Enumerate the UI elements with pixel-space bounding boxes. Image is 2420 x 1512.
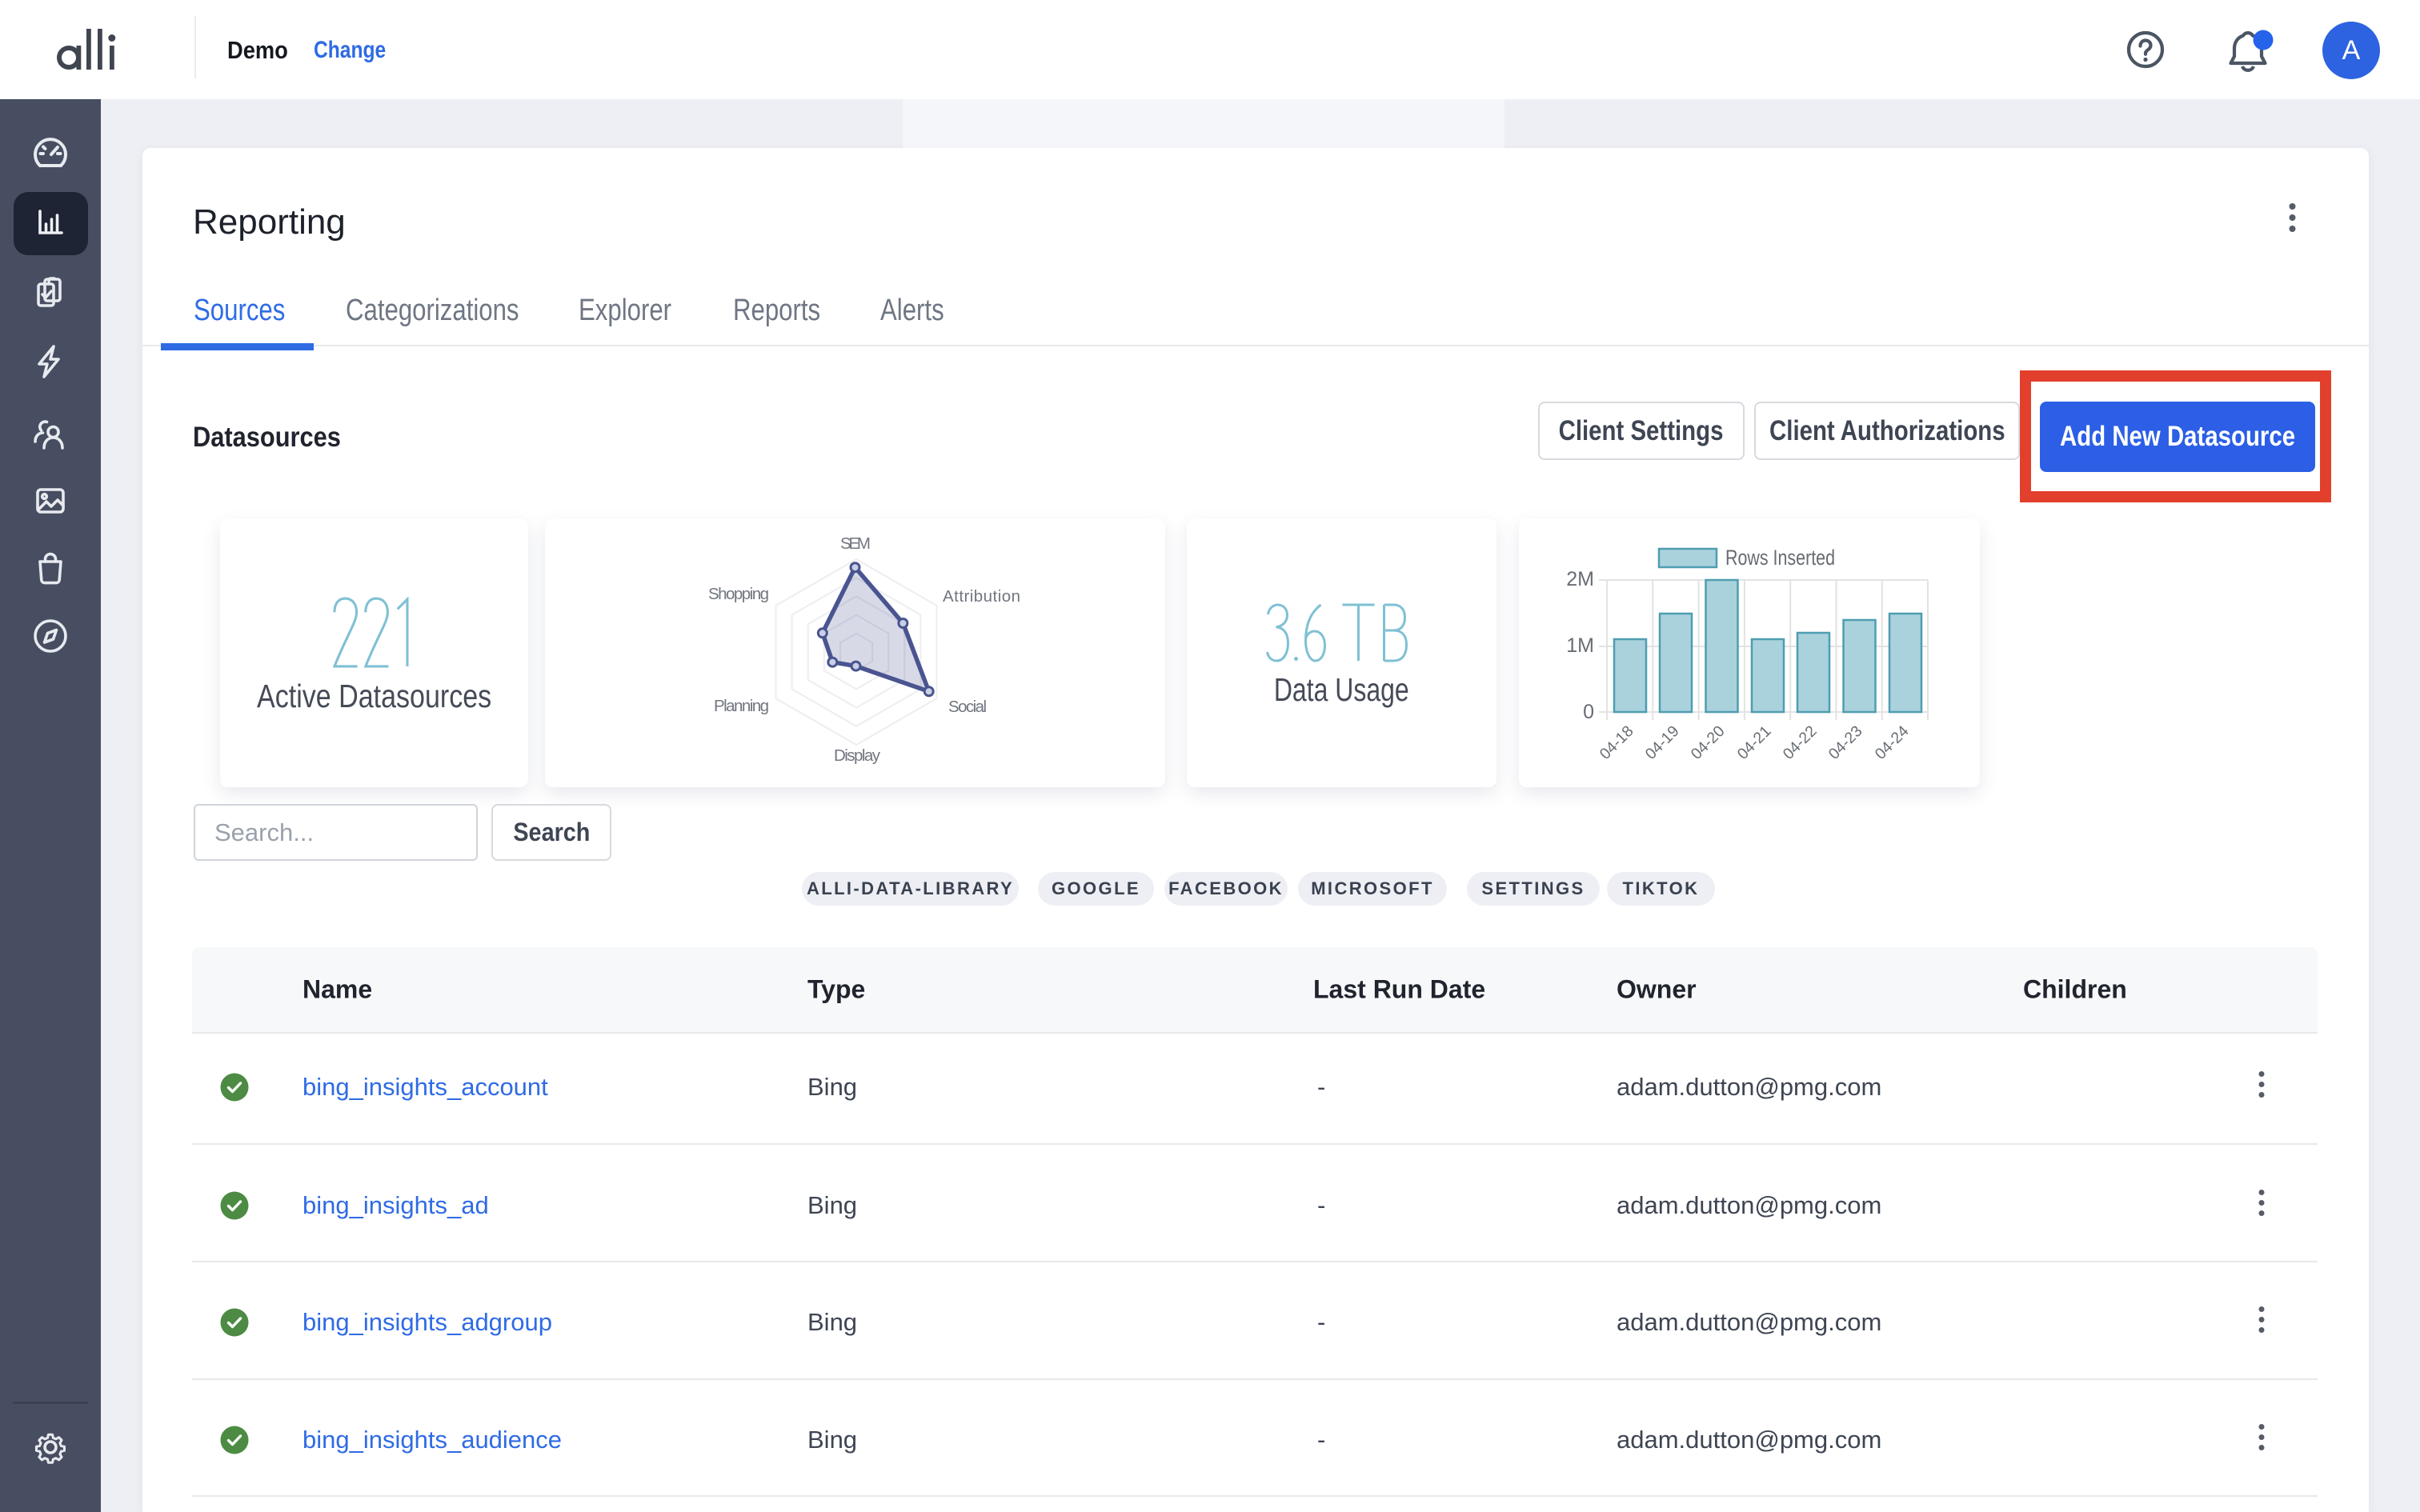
svg-text:SEM: SEM: [840, 534, 871, 553]
svg-text:04-24: 04-24: [1872, 722, 1913, 763]
svg-text:Shopping: Shopping: [708, 585, 769, 603]
svg-text:04-18: 04-18: [1597, 722, 1637, 763]
svg-text:04-21: 04-21: [1734, 722, 1775, 763]
svg-text:Display: Display: [834, 746, 881, 765]
svg-text:Attribution: Attribution: [943, 587, 1020, 606]
svg-text:Social: Social: [948, 698, 987, 716]
svg-text:Planning: Planning: [714, 697, 769, 715]
svg-text:2M: 2M: [1566, 568, 1594, 590]
svg-text:Rows Inserted: Rows Inserted: [1725, 546, 1835, 570]
svg-text:1M: 1M: [1566, 634, 1594, 657]
svg-text:04-23: 04-23: [1825, 722, 1866, 763]
svg-text:04-19: 04-19: [1642, 722, 1683, 763]
svg-text:04-22: 04-22: [1780, 722, 1821, 763]
svg-text:04-20: 04-20: [1688, 722, 1729, 763]
svg-text:0: 0: [1583, 701, 1594, 723]
